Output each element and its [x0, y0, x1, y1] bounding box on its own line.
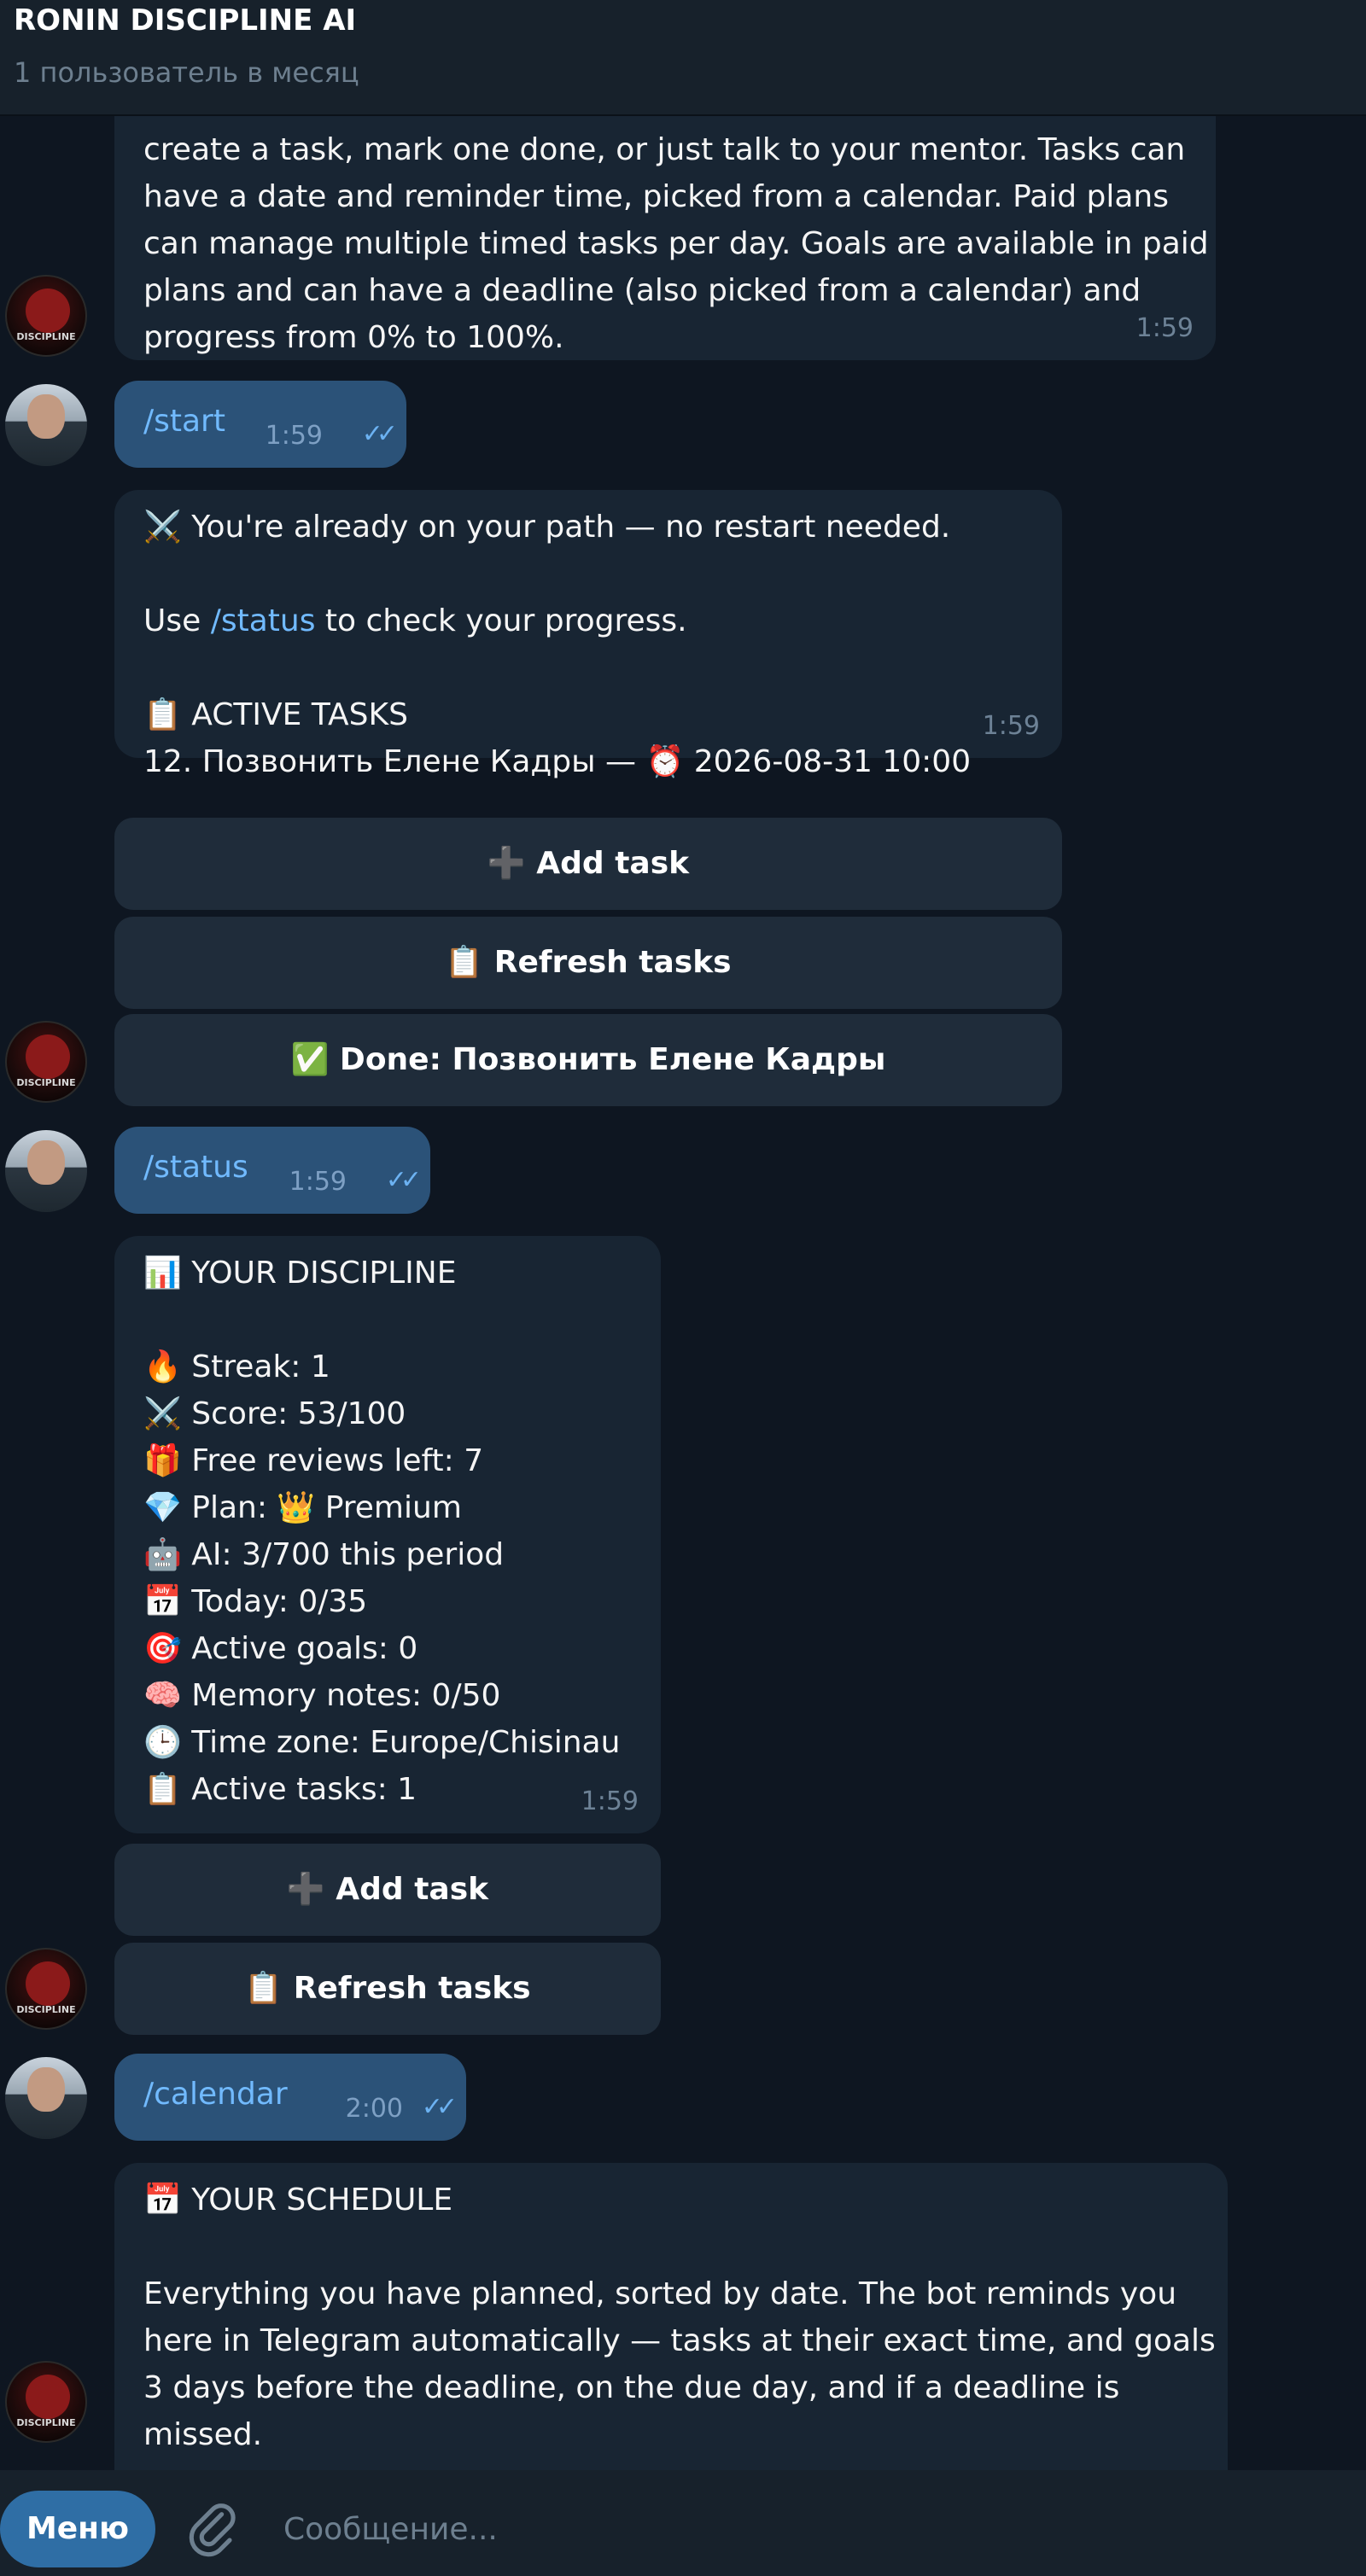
user-face — [27, 2067, 65, 2112]
message-line: progress from 0% to 100%. — [143, 320, 564, 355]
menu-button[interactable]: Меню — [0, 2491, 155, 2567]
bot-message-status-reply: 📊 YOUR DISCIPLINE 🔥 Streak: 1 ⚔️ Score: … — [114, 1236, 661, 1833]
schedule-heading: 📅 YOUR SCHEDULE — [143, 2183, 453, 2218]
avatar-logo-text: DISCIPLINE — [16, 2004, 76, 2015]
message-time: 1:59 — [1135, 313, 1194, 343]
bot-avatar[interactable]: DISCIPLINE — [5, 1948, 87, 2030]
add-task-button[interactable]: ➕ Add task — [114, 818, 1062, 910]
message-time: 1:59 — [982, 711, 1040, 741]
message-line: missed. — [143, 2417, 263, 2452]
message-line: 3 days before the deadline, on the due d… — [143, 2370, 1120, 2405]
status-item: 📅 Today: 0/35 — [143, 1584, 368, 1619]
message-line: Everything you have planned, sorted by d… — [143, 2276, 1177, 2311]
message-line: Use /status to check your progress. — [143, 603, 687, 638]
active-task-item: 12. Позвонить Елене Кадры — ⏰ 2026-08-31… — [143, 744, 972, 779]
bot-avatar[interactable]: DISCIPLINE — [5, 2361, 87, 2443]
message-time: 2:00 — [345, 2094, 403, 2124]
discipline-heading: 📊 YOUR DISCIPLINE — [143, 1256, 457, 1291]
ronin-logo-icon — [26, 1961, 70, 2006]
chat-header[interactable]: RONIN DISCIPLINE AI 1 пользователь в мес… — [0, 0, 1366, 116]
message-line: here in Telegram automatically — tasks a… — [143, 2323, 1216, 2358]
message-line: plans and can have a deadline (also pick… — [143, 273, 1141, 308]
avatar-logo-text: DISCIPLINE — [16, 1077, 76, 1088]
user-message-calendar: /calendar 2:00 ✓✓ — [114, 2054, 466, 2141]
message-line: ⚔️ You're already on your path — no rest… — [143, 510, 951, 545]
user-message-start: /start 1:59 ✓✓ — [114, 381, 406, 468]
ronin-logo-icon — [26, 2375, 70, 2419]
refresh-tasks-button[interactable]: 📋 Refresh tasks — [114, 1943, 661, 2035]
status-item: 🕒 Time zone: Europe/Chisinau — [143, 1725, 621, 1760]
message-input[interactable] — [282, 2494, 1344, 2564]
message-line: create a task, mark one done, or just ta… — [143, 132, 1186, 167]
ronin-logo-icon — [26, 1034, 70, 1079]
status-item: 💎 Plan: 👑 Premium — [143, 1490, 462, 1525]
user-face — [27, 394, 65, 439]
message-time: 1:59 — [289, 1167, 347, 1197]
command-text[interactable]: /start — [143, 404, 225, 439]
status-item: 🎯 Active goals: 0 — [143, 1631, 418, 1666]
chat-subtitle: 1 пользователь в месяц — [14, 56, 359, 89]
bot-message-calendar-reply: 📅 YOUR SCHEDULE Everything you have plan… — [114, 2163, 1228, 2470]
status-item: 🎁 Free reviews left: 7 — [143, 1443, 484, 1478]
status-item: ⚔️ Score: 53/100 — [143, 1396, 406, 1431]
bot-avatar[interactable]: DISCIPLINE — [5, 275, 87, 357]
avatar-logo-text: DISCIPLINE — [16, 331, 76, 342]
message-list[interactable]: create a task, mark one done, or just ta… — [0, 116, 1366, 2470]
user-avatar[interactable] — [5, 2057, 87, 2139]
chat-title: RONIN DISCIPLINE AI — [14, 3, 357, 38]
status-item: 🤖 AI: 3/700 this period — [143, 1537, 505, 1572]
double-check-icon: ✓✓ — [385, 1165, 422, 1195]
double-check-icon: ✓✓ — [361, 419, 398, 449]
composer-bar: Меню — [0, 2470, 1366, 2576]
bot-avatar[interactable]: DISCIPLINE — [5, 1021, 87, 1103]
user-avatar[interactable] — [5, 1130, 87, 1212]
active-tasks-heading: 📋 ACTIVE TASKS — [143, 697, 408, 732]
bot-message-intro: create a task, mark one done, or just ta… — [114, 116, 1216, 360]
message-time: 1:59 — [581, 1786, 639, 1816]
status-item: 🧠 Memory notes: 0/50 — [143, 1678, 501, 1713]
status-item: 📋 Active tasks: 1 — [143, 1772, 417, 1807]
user-message-status: /status 1:59 ✓✓ — [114, 1127, 430, 1214]
user-face — [27, 1140, 65, 1185]
command-text[interactable]: /calendar — [143, 2077, 288, 2112]
message-line: can manage multiple timed tasks per day.… — [143, 226, 1209, 261]
bot-message-start-reply: ⚔️ You're already on your path — no rest… — [114, 490, 1062, 779]
user-avatar[interactable] — [5, 384, 87, 466]
refresh-tasks-button[interactable]: 📋 Refresh tasks — [114, 917, 1062, 1009]
message-time: 1:59 — [265, 421, 323, 451]
command-text[interactable]: /status — [143, 1150, 248, 1185]
attach-icon[interactable] — [188, 2497, 236, 2559]
add-task-button[interactable]: ➕ Add task — [114, 1844, 661, 1936]
status-item: 🔥 Streak: 1 — [143, 1349, 330, 1384]
ronin-logo-icon — [26, 288, 70, 333]
avatar-logo-text: DISCIPLINE — [16, 2417, 76, 2428]
message-line: have a date and reminder time, picked fr… — [143, 179, 1170, 214]
status-command-link[interactable]: /status — [211, 603, 316, 638]
done-task-button[interactable]: ✅ Done: Позвонить Елене Кадры — [114, 1014, 1062, 1106]
double-check-icon: ✓✓ — [421, 2092, 458, 2122]
